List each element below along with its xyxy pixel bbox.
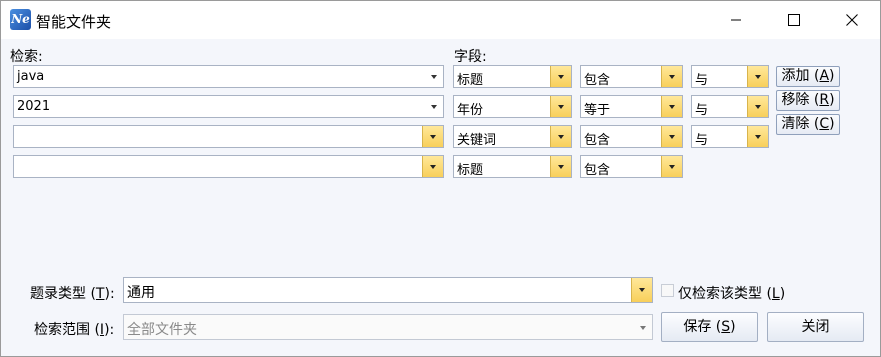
- search-scope-select[interactable]: 全部文件夹: [123, 314, 653, 340]
- operator-value: 包含: [584, 73, 611, 88]
- record-type-label: 题录类型 (T):: [30, 283, 115, 303]
- maximize-button[interactable]: [765, 1, 823, 39]
- field-select-3[interactable]: 关键词: [453, 125, 572, 148]
- conjunction-select-3[interactable]: 与: [691, 125, 769, 148]
- field-value: 关键词: [457, 133, 497, 148]
- add-button-label: 添加 (: [781, 68, 820, 84]
- dropdown-arrow-icon[interactable]: [661, 96, 682, 117]
- dropdown-arrow-icon[interactable]: [747, 96, 768, 117]
- dropdown-arrow-icon[interactable]: [661, 156, 682, 177]
- search-scope-label: 检索范围 (I):: [34, 319, 114, 339]
- only-this-type-label: 仅检索该类型 (L): [678, 283, 785, 303]
- search-term-value: java: [17, 69, 45, 84]
- conjunction-select-1[interactable]: 与: [691, 65, 769, 88]
- dropdown-arrow-icon[interactable]: [631, 278, 652, 302]
- operator-select-4[interactable]: 包含: [580, 155, 683, 178]
- search-label: 检索:: [10, 49, 43, 65]
- dropdown-arrow-icon[interactable]: [422, 156, 443, 177]
- chevron-down-icon: [640, 326, 646, 330]
- minimize-button[interactable]: [707, 1, 765, 39]
- smart-folder-dialog: Ne 智能文件夹 检索: 字段: java 标题 包含 与 2021 年份 等于…: [0, 0, 881, 357]
- dropdown-arrow-icon[interactable]: [661, 66, 682, 87]
- clear-button-key: C: [819, 116, 830, 132]
- save-button-label: 保存 (: [683, 319, 722, 335]
- search-scope-label-pre: 检索范围 (: [34, 322, 100, 338]
- close-button[interactable]: 关闭: [767, 312, 864, 342]
- chevron-down-icon: [431, 75, 437, 79]
- record-type-label-pre: 题录类型 (: [30, 286, 96, 302]
- conjunction-select-2[interactable]: 与: [691, 95, 769, 118]
- only-this-type-label-key: L: [771, 286, 780, 302]
- search-term-combo-4[interactable]: [13, 155, 444, 178]
- dropdown-arrow-icon[interactable]: [747, 126, 768, 147]
- field-select-4[interactable]: 标题: [453, 155, 572, 178]
- dropdown-arrow-icon[interactable]: [550, 156, 571, 177]
- window-title: 智能文件夹: [36, 13, 112, 31]
- add-button-end: ): [829, 68, 835, 84]
- dropdown-arrow-icon[interactable]: [550, 66, 571, 87]
- field-select-2[interactable]: 年份: [453, 95, 572, 118]
- clear-button-end: ): [829, 116, 835, 132]
- dropdown-arrow-icon[interactable]: [661, 126, 682, 147]
- search-term-combo-2[interactable]: 2021: [13, 95, 444, 118]
- close-window-button[interactable]: [823, 1, 880, 39]
- field-value: 标题: [457, 73, 484, 88]
- conjunction-value: 与: [695, 133, 709, 148]
- field-value: 年份: [457, 103, 484, 118]
- save-button[interactable]: 保存 (S): [661, 312, 758, 342]
- conjunction-value: 与: [695, 73, 709, 88]
- search-term-combo-3[interactable]: [13, 125, 444, 148]
- operator-select-2[interactable]: 等于: [580, 95, 683, 118]
- search-term-combo-1[interactable]: java: [13, 65, 444, 88]
- record-type-select[interactable]: 通用: [123, 277, 653, 303]
- only-this-type-label-pre: 仅检索该类型 (: [678, 286, 772, 302]
- clear-button-label: 清除 (: [781, 116, 820, 132]
- title-bar: Ne 智能文件夹: [1, 1, 880, 39]
- fields-label: 字段:: [454, 49, 487, 65]
- remove-button-key: R: [819, 92, 830, 108]
- operator-value: 包含: [584, 133, 611, 148]
- chevron-down-icon: [431, 105, 437, 109]
- app-logo-icon: Ne: [10, 9, 31, 30]
- search-term-value: 2021: [17, 99, 51, 114]
- minimize-icon: [731, 19, 741, 21]
- dropdown-arrow-icon[interactable]: [550, 126, 571, 147]
- remove-button-label: 移除 (: [781, 92, 820, 108]
- operator-select-3[interactable]: 包含: [580, 125, 683, 148]
- only-this-type-label-post: ): [779, 286, 786, 302]
- save-button-key: S: [721, 319, 731, 335]
- operator-value: 包含: [584, 163, 611, 178]
- field-value: 标题: [457, 163, 484, 178]
- search-scope-value: 全部文件夹: [127, 322, 197, 338]
- dropdown-arrow-icon[interactable]: [422, 126, 443, 147]
- save-button-end: ): [730, 319, 736, 335]
- field-select-1[interactable]: 标题: [453, 65, 572, 88]
- dropdown-arrow-icon[interactable]: [550, 96, 571, 117]
- clear-button[interactable]: 清除 (C): [776, 114, 840, 135]
- search-scope-label-post: ):: [104, 322, 115, 338]
- conjunction-value: 与: [695, 103, 709, 118]
- operator-value: 等于: [584, 103, 611, 118]
- record-type-value: 通用: [127, 285, 155, 301]
- maximize-icon: [788, 14, 800, 26]
- dropdown-arrow-icon[interactable]: [747, 66, 768, 87]
- record-type-label-post: ):: [104, 286, 115, 302]
- add-button-key: A: [819, 68, 830, 84]
- close-icon: [846, 14, 858, 26]
- remove-button[interactable]: 移除 (R): [776, 90, 840, 111]
- only-this-type-checkbox[interactable]: [661, 284, 674, 297]
- remove-button-end: ): [829, 92, 835, 108]
- operator-select-1[interactable]: 包含: [580, 65, 683, 88]
- add-button[interactable]: 添加 (A): [776, 66, 840, 87]
